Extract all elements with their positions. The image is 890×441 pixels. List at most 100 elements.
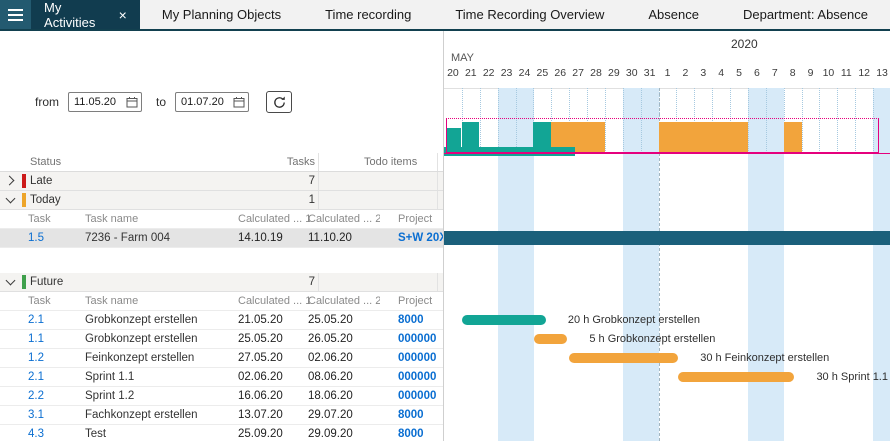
column-header-tasks: Tasks — [240, 153, 315, 172]
task-row[interactable]: 2.1Sprint 1.102.06.2008.06.20000000 — [0, 368, 443, 387]
tab-absence[interactable]: Absence — [626, 7, 721, 22]
task-number-link[interactable]: 2.1 — [28, 368, 78, 387]
column-header-status: Status — [30, 153, 110, 172]
group-row-late[interactable]: Late7 — [0, 172, 443, 191]
sub-header-project: Project — [398, 292, 442, 311]
day-label: 9 — [802, 67, 820, 83]
sub-header-project: Project — [398, 210, 442, 229]
task-name: Feinkonzept erstellen — [85, 349, 237, 368]
group-row-future[interactable]: Future 7 — [0, 273, 443, 292]
group-label: Today — [30, 191, 160, 210]
refresh-button[interactable] — [266, 91, 292, 113]
project-link[interactable]: 000000 — [398, 387, 443, 406]
project-link[interactable]: 000000 — [398, 349, 443, 368]
day-label: 29 — [605, 67, 623, 83]
task-row[interactable]: 3.1Fachkonzept erstellen13.07.2029.07.20… — [0, 406, 443, 425]
task-name: Grobkonzept erstellen — [85, 330, 237, 349]
sub-header-task: Task — [28, 292, 78, 311]
task-row[interactable]: 2.2Sprint 1.216.06.2018.06.20000000 — [0, 387, 443, 406]
task-number-link[interactable]: 2.1 — [28, 311, 78, 330]
gantt-task-bar[interactable] — [678, 372, 794, 382]
calculated-date-2: 29.09.20 — [308, 425, 374, 441]
group-task-count: 7 — [240, 273, 315, 292]
day-label: 10 — [819, 67, 837, 83]
project-link[interactable]: S+W 20X — [398, 229, 443, 248]
task-name: Fachkonzept erstellen — [85, 406, 237, 425]
collapse-icon[interactable] — [6, 194, 16, 204]
gantt-bar-label: 5 h Grobkonzept erstellen — [589, 333, 715, 345]
gantt-task-bar[interactable] — [534, 334, 567, 344]
day-label: 22 — [480, 67, 498, 83]
collapse-icon[interactable] — [6, 276, 16, 286]
gantt-bar-label: 30 h Feinkonzept erstellen — [700, 352, 829, 364]
day-label: 5 — [730, 67, 748, 83]
sub-header-task: Task — [28, 210, 78, 229]
day-label: 2 — [676, 67, 694, 83]
sub-header-calculated-2[interactable]: Calculated ... 2▲ — [308, 292, 380, 311]
sub-header-calculated-1[interactable]: Calculated ... 1▲ — [238, 292, 310, 311]
project-link[interactable]: 8000 — [398, 406, 443, 425]
capacity-outline — [446, 118, 879, 153]
gantt-bar-label: 20 h Grobkonzept erstellen — [568, 314, 700, 326]
day-label: 27 — [569, 67, 587, 83]
project-link[interactable]: 000000 — [398, 368, 443, 387]
date-filter: from to — [35, 91, 292, 113]
day-label: 20 — [444, 67, 462, 83]
capacity-line — [444, 153, 890, 154]
expand-icon[interactable] — [5, 176, 15, 186]
task-number-link[interactable]: 1.2 — [28, 349, 78, 368]
task-row[interactable]: 4.3Test25.09.2029.09.208000 — [0, 425, 443, 441]
task-table: StatusTasksTodo itemsLate7Today1TaskTask… — [0, 153, 443, 441]
project-link[interactable]: 000000 — [398, 330, 443, 349]
refresh-icon — [272, 95, 287, 110]
gantt-task-bar[interactable] — [569, 353, 678, 363]
sub-header-calculated-1[interactable]: Calculated ... 1▲ — [238, 210, 310, 229]
group-label: Future — [30, 273, 160, 292]
day-label: 1 — [659, 67, 677, 83]
group-label: Late — [30, 172, 160, 191]
close-icon[interactable]: × — [119, 8, 127, 22]
task-number-link[interactable]: 1.5 — [28, 229, 78, 248]
gantt-year-label: 2020 — [731, 37, 758, 51]
day-label: 25 — [533, 67, 551, 83]
sub-header-task-name: Task name — [85, 210, 235, 229]
menu-button[interactable] — [0, 0, 31, 29]
task-row[interactable]: 1.2Feinkonzept erstellen27.05.2002.06.20… — [0, 349, 443, 368]
group-row-today[interactable]: Today1 — [0, 191, 443, 210]
hamburger-icon — [8, 9, 23, 21]
task-number-link[interactable]: 4.3 — [28, 425, 78, 441]
calculated-date-2: 08.06.20 — [308, 368, 374, 387]
summary-bar[interactable] — [444, 231, 890, 245]
calendar-icon[interactable] — [126, 96, 138, 108]
calculated-date-1: 21.05.20 — [238, 311, 304, 330]
calculated-date-2: 11.10.20 — [308, 229, 374, 248]
tab-my-activities[interactable]: My Activities × — [31, 0, 140, 29]
date-from-field — [68, 92, 142, 112]
tab-my-planning-objects[interactable]: My Planning Objects — [140, 7, 303, 22]
task-name: 7236 - Farm 004 — [85, 229, 237, 248]
task-row[interactable]: 1.5 7236 - Farm 00414.10.1911.10.20 S+W 20… — [0, 229, 443, 248]
calculated-date-1: 13.07.20 — [238, 406, 304, 425]
column-header-row: Status Tasks Todo items — [0, 153, 443, 172]
task-number-link[interactable]: 2.2 — [28, 387, 78, 406]
task-name: Sprint 1.1 — [85, 368, 237, 387]
task-row[interactable]: 2.1Grobkonzept erstellen21.05.2025.05.20… — [0, 311, 443, 330]
project-link[interactable]: 8000 — [398, 311, 443, 330]
gantt-bar-label: 30 h Sprint 1.1 — [816, 371, 888, 383]
calendar-icon[interactable] — [233, 96, 245, 108]
day-label: 30 — [623, 67, 641, 83]
task-number-link[interactable]: 1.1 — [28, 330, 78, 349]
task-number-link[interactable]: 3.1 — [28, 406, 78, 425]
gantt-task-bar[interactable] — [462, 315, 546, 325]
tab-department-absence[interactable]: Department: Absence — [721, 7, 890, 22]
day-label: 3 — [694, 67, 712, 83]
calculated-date-1: 14.10.19 — [238, 229, 304, 248]
column-header-todo-items: Todo items — [364, 153, 436, 172]
sub-header-calculated-2[interactable]: Calculated ... 2▲ — [308, 210, 380, 229]
task-row[interactable]: 1.1Grobkonzept erstellen25.05.2026.05.20… — [0, 330, 443, 349]
tab-time-recording[interactable]: Time recording — [303, 7, 433, 22]
tab-time-recording-overview[interactable]: Time Recording Overview — [433, 7, 626, 22]
tab-list: My Planning ObjectsTime recordingTime Re… — [140, 0, 890, 29]
date-to-field — [175, 92, 249, 112]
project-link[interactable]: 8000 — [398, 425, 443, 441]
